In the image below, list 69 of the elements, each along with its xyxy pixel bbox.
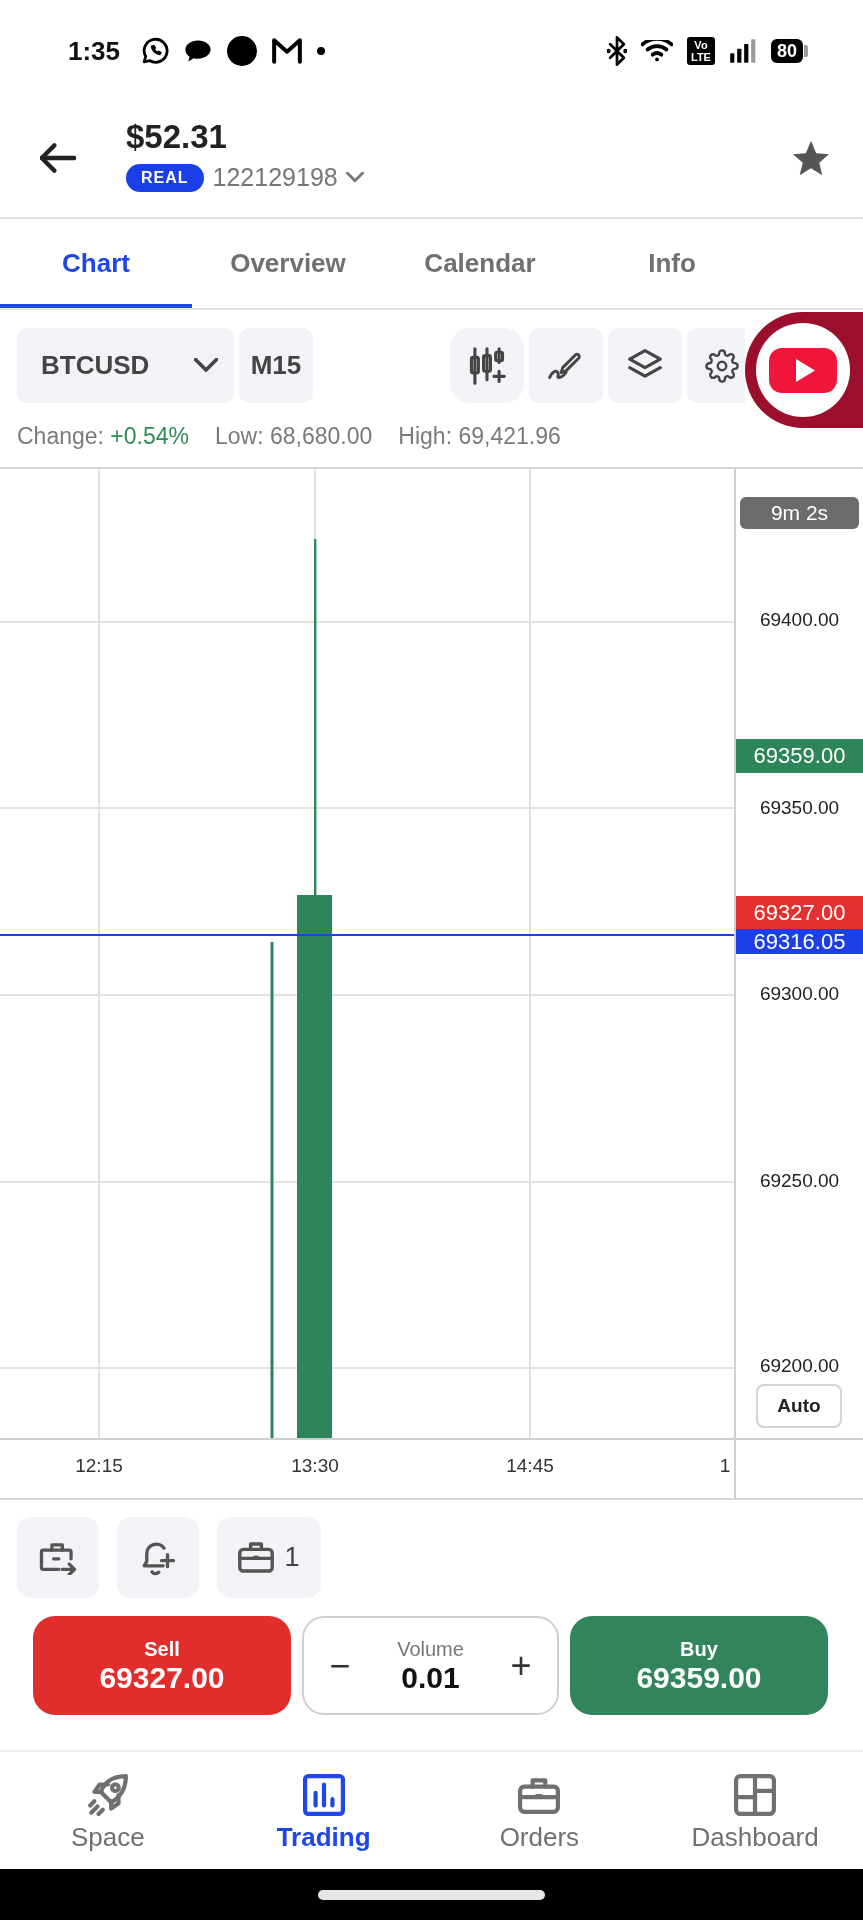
- stat-value: +0.54%: [110, 423, 189, 449]
- wifi-icon: [641, 40, 673, 62]
- m-logo-icon: [272, 38, 303, 64]
- network-type-badge: Vo LTE: [687, 37, 715, 65]
- signal-icon: [728, 37, 757, 65]
- tab[interactable]: Calendar: [384, 219, 576, 308]
- bluetooth-icon: [607, 36, 627, 66]
- rocket-icon: [86, 1774, 129, 1816]
- countdown-badge: 9m 2s: [740, 497, 859, 529]
- star-icon[interactable]: [792, 139, 830, 176]
- increase-button[interactable]: +: [499, 1635, 543, 1696]
- price-tag: 69316.05: [736, 929, 863, 954]
- price-label: 69300.00: [758, 982, 841, 1006]
- buy-button[interactable]: Buy 69359.00: [570, 1616, 828, 1715]
- chat-bubble-icon: [184, 39, 213, 63]
- time-label: 1: [719, 1454, 731, 1478]
- tab[interactable]: Overview: [192, 219, 384, 308]
- nav-item[interactable]: Orders: [431, 1752, 648, 1869]
- chevron-down-icon[interactable]: [345, 172, 364, 184]
- account-number[interactable]: 122129198: [212, 158, 338, 197]
- timeframe-button[interactable]: M15: [239, 328, 313, 403]
- time-label: 13:30: [291, 1454, 339, 1478]
- dashboard-grid-icon: [734, 1774, 777, 1816]
- positions-button[interactable]: 1: [217, 1517, 321, 1598]
- time-label: 14:45: [506, 1454, 554, 1478]
- price-label: 69350.00: [758, 796, 841, 820]
- transfer-button[interactable]: [17, 1517, 99, 1598]
- time-label: 12:15: [75, 1454, 123, 1478]
- price-tag: 69327.00: [736, 896, 863, 929]
- pencil-squiggle-icon: [548, 350, 584, 381]
- add-alert-button[interactable]: [117, 1517, 199, 1598]
- phone-chat-icon: [141, 37, 170, 65]
- symbol-dropdown[interactable]: BTCUSD: [17, 328, 234, 403]
- dot-icon: [317, 47, 326, 55]
- price-label: 69200.00: [758, 1354, 841, 1378]
- stat-label: High:: [398, 423, 453, 449]
- volume-input[interactable]: 0.01: [385, 1660, 476, 1695]
- tab[interactable]: Chart: [0, 219, 192, 308]
- candles-plus-icon: [468, 346, 506, 385]
- stat-label: Change:: [17, 423, 104, 449]
- briefcase-icon: [238, 1542, 275, 1573]
- stat-label: Low:: [215, 423, 264, 449]
- drawing-tools-button[interactable]: [529, 328, 603, 403]
- briefcase-arrow-icon: [38, 1540, 78, 1575]
- nav-item[interactable]: Space: [0, 1752, 216, 1869]
- auto-scale-button[interactable]: Auto: [756, 1384, 842, 1428]
- price-label: 69400.00: [758, 608, 841, 632]
- tab[interactable]: Info: [576, 219, 768, 308]
- bar-chart-icon: [302, 1774, 345, 1816]
- layers-button[interactable]: [608, 328, 682, 403]
- settings-button[interactable]: [687, 328, 745, 403]
- nav-item[interactable]: Trading: [215, 1752, 432, 1869]
- price-label: 69250.00: [758, 1169, 841, 1193]
- chevron-down-icon: [194, 358, 218, 373]
- sell-button[interactable]: Sell 69327.00: [33, 1616, 291, 1715]
- battery-indicator: 80: [770, 39, 808, 63]
- account-type-badge: REAL: [126, 163, 204, 192]
- price-tag: 69359.00: [736, 739, 863, 773]
- status-time: 1:35: [68, 34, 121, 68]
- stat-value: 68,680.00: [270, 423, 373, 449]
- stat-value: 69,421.96: [458, 423, 561, 449]
- account-balance: $52.31: [126, 118, 228, 155]
- floating-play-button-icon[interactable]: [745, 312, 863, 428]
- indicators-button[interactable]: [450, 328, 524, 403]
- volume-label: Volume: [397, 1636, 464, 1661]
- decrease-button[interactable]: −: [318, 1635, 362, 1696]
- nav-item[interactable]: Dashboard: [647, 1752, 863, 1869]
- settings-icon: [705, 348, 739, 383]
- filled-circle-icon: [227, 36, 258, 66]
